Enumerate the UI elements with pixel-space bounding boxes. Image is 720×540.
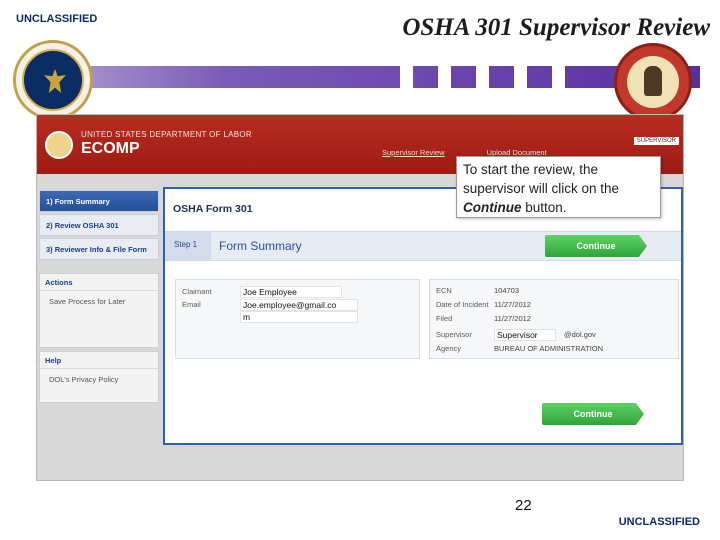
nav-item-form-summary[interactable]: 1) Form Summary [39, 190, 159, 212]
form-panel: OSHA Form 301 Step 1 Form Summary Contin… [163, 187, 683, 445]
filed-label: Filed [436, 314, 453, 323]
bar-square [514, 66, 527, 88]
classification-bottom: UNCLASSIFIED [618, 516, 700, 528]
eagle-icon [44, 69, 66, 93]
callout-text-end: button. [525, 200, 567, 215]
claimant-card: Claimant Joe Employee Email Joe.employee… [175, 279, 420, 359]
classification-top: UNCLASSIFIED [16, 13, 98, 25]
left-nav: 1) Form Summary 2) Review OSHA 301 3) Re… [39, 190, 159, 262]
bar-square [552, 66, 565, 88]
supervisor-value: Supervisor [494, 329, 556, 341]
bar-square [476, 66, 489, 88]
department-name: UNITED STATES DEPARTMENT OF LABOR [81, 130, 252, 139]
supervisor-label: Supervisor [436, 330, 472, 339]
page-number: 22 [515, 497, 532, 514]
continue-button-bottom[interactable]: Continue [542, 403, 644, 425]
seal-ring [22, 49, 84, 111]
claimant-value: Joe Employee [240, 286, 342, 298]
callout-text: To start the review, the supervisor will… [463, 162, 620, 196]
user-role-tag: SUPERVISOR [633, 137, 679, 145]
national-guard-bureau-seal [13, 40, 93, 120]
nav-link-supervisor-review[interactable]: Supervisor Review [382, 148, 445, 157]
privacy-policy-link[interactable]: DOL's Privacy Policy [40, 369, 158, 390]
actions-heading: Actions [40, 274, 158, 291]
form-title: OSHA Form 301 [173, 203, 253, 215]
seal-inner [627, 56, 679, 108]
dol-logo-icon [45, 131, 73, 159]
nav-item-reviewer-info[interactable]: 3) Reviewer Info & File Form [39, 238, 159, 260]
nav-item-review-osha-301[interactable]: 2) Review OSHA 301 [39, 214, 159, 236]
national-guard-seal [614, 43, 692, 121]
claimant-label: Claimant [182, 287, 212, 296]
save-for-later-link[interactable]: Save Process for Later [40, 291, 158, 312]
date-of-incident-label: Date of Incident [436, 300, 489, 309]
slide-title: OSHA 301 Supervisor Review [402, 14, 710, 41]
help-heading: Help [40, 352, 158, 369]
email-value-line1: Joe.employee@gmail.co [240, 299, 358, 311]
email-label: Email [182, 300, 201, 309]
step-number: Step 1 [165, 232, 211, 260]
actions-panel: Actions Save Process for Later [39, 273, 159, 348]
agency-value: BUREAU OF ADMINISTRATION [494, 344, 604, 353]
continue-button-top[interactable]: Continue [545, 235, 647, 257]
step-title: Form Summary [219, 239, 302, 253]
bar-square [400, 66, 413, 88]
supervisor-email: @dol.gov [564, 330, 596, 339]
email-value-line2: m [240, 311, 358, 323]
bar-square [438, 66, 451, 88]
date-of-incident-value: 11/27/2012 [494, 300, 531, 309]
help-panel: Help DOL's Privacy Policy [39, 351, 159, 403]
instruction-callout: To start the review, the supervisor will… [456, 156, 661, 218]
ecn-label: ECN [436, 286, 452, 295]
app-name: ECOMP [81, 140, 140, 157]
title-bar [20, 66, 700, 88]
ecn-value: 104703 [494, 286, 520, 295]
callout-emphasis: Continue [463, 200, 522, 215]
filed-value: 11/27/2012 [494, 314, 531, 323]
case-details-card: ECN 104703 Date of Incident 11/27/2012 F… [429, 279, 679, 359]
minuteman-icon [644, 66, 662, 96]
agency-label: Agency [436, 344, 462, 353]
